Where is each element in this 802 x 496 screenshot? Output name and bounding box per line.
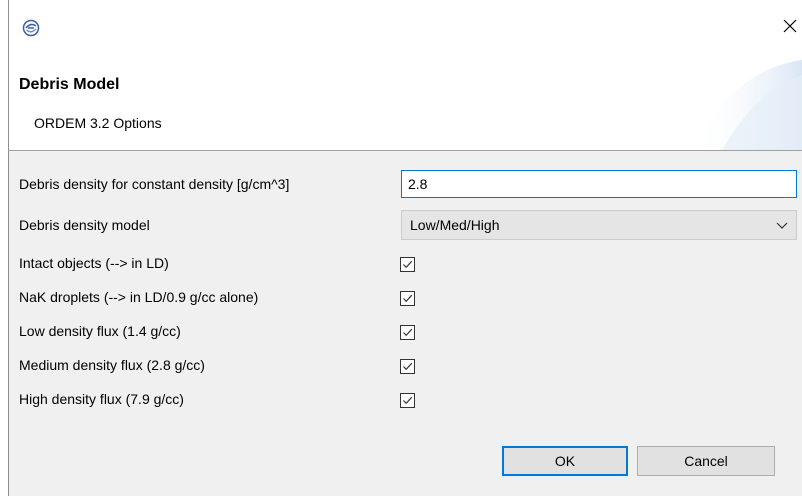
- density-model-value: Low/Med/High: [410, 217, 500, 233]
- intact-objects-label: Intact objects (--> in LD): [19, 255, 169, 271]
- checkmark-icon: [403, 362, 413, 371]
- close-button[interactable]: [778, 14, 802, 38]
- close-icon: [783, 19, 797, 33]
- density-label: Debris density for constant density [g/c…: [19, 176, 290, 192]
- checkmark-icon: [403, 328, 413, 337]
- medium-density-checkbox[interactable]: [400, 359, 415, 374]
- density-input[interactable]: [401, 170, 797, 198]
- checkmark-icon: [403, 294, 413, 303]
- high-density-label: High density flux (7.9 g/cc): [19, 391, 184, 407]
- intact-objects-checkbox[interactable]: [400, 257, 415, 272]
- cancel-button[interactable]: Cancel: [637, 446, 775, 476]
- title-bar: [9, 0, 802, 60]
- app-icon: [22, 19, 40, 37]
- checkmark-icon: [403, 396, 413, 405]
- medium-density-label: Medium density flux (2.8 g/cc): [19, 357, 205, 373]
- chevron-down-icon: [776, 222, 788, 229]
- density-model-select[interactable]: Low/Med/High: [401, 210, 797, 240]
- high-density-checkbox[interactable]: [400, 393, 415, 408]
- dialog-title: Debris Model: [19, 76, 120, 93]
- checkmark-icon: [403, 260, 413, 269]
- header-banner-graphic: [692, 60, 802, 150]
- low-density-label: Low density flux (1.4 g/cc): [19, 323, 181, 339]
- debris-model-dialog: Debris Model ORDEM 3.2 Options Debris de…: [0, 0, 802, 496]
- dialog-subtitle: ORDEM 3.2 Options: [34, 115, 162, 131]
- options-panel: Debris density for constant density [g/c…: [9, 151, 802, 496]
- low-density-checkbox[interactable]: [400, 325, 415, 340]
- dialog-header: Debris Model ORDEM 3.2 Options: [9, 60, 802, 150]
- nak-droplets-checkbox[interactable]: [400, 291, 415, 306]
- model-label: Debris density model: [19, 217, 150, 233]
- nak-droplets-label: NaK droplets (--> in LD/0.9 g/cc alone): [19, 289, 259, 305]
- ok-button[interactable]: OK: [502, 446, 628, 476]
